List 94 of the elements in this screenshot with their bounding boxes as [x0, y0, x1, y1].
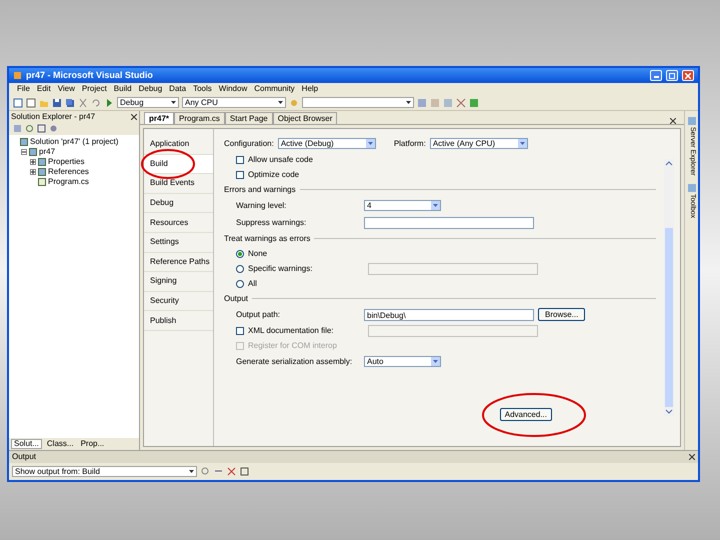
tree-item[interactable]: pr47 — [39, 146, 56, 158]
menu-item[interactable]: Tools — [193, 83, 212, 95]
panel-tab[interactable]: Class... — [44, 439, 76, 449]
tree-item[interactable]: Solution 'pr47' (1 project) — [30, 136, 118, 148]
save-all-icon[interactable] — [65, 98, 75, 108]
close-button[interactable] — [682, 70, 694, 81]
browse-button[interactable]: Browse... — [538, 308, 586, 321]
checkbox[interactable] — [236, 170, 244, 178]
maximize-button[interactable] — [666, 70, 678, 81]
tree-item[interactable]: Program.cs — [48, 176, 89, 188]
document-tab[interactable]: Object Browser — [272, 112, 338, 124]
scroll-up-icon[interactable] — [664, 159, 674, 168]
radio-label: None — [248, 248, 268, 260]
output-source-dropdown[interactable]: Show output from: Build — [12, 466, 197, 477]
menu-item[interactable]: Window — [218, 83, 248, 95]
dropdown-arrow-icon — [406, 101, 411, 104]
dropdown-arrow-icon — [278, 101, 283, 104]
menu-item[interactable]: Edit — [36, 83, 51, 95]
warning-level-dropdown[interactable]: 4 — [364, 200, 441, 211]
dropdown-arrow-icon — [171, 101, 176, 104]
tree-item[interactable]: Properties — [48, 156, 84, 168]
panel-title: Solution Explorer - pr47 — [11, 110, 96, 122]
start-icon[interactable] — [104, 98, 114, 108]
menu-item[interactable]: Build — [114, 83, 132, 95]
platform-dropdown[interactable]: Active (Any CPU) — [430, 138, 528, 149]
menu-item[interactable]: View — [58, 83, 75, 95]
dropdown-arrow-icon — [433, 204, 438, 207]
advanced-button[interactable]: Advanced... — [500, 408, 552, 421]
menu-item[interactable]: Community — [254, 83, 295, 95]
close-icon — [685, 72, 691, 78]
close-icon[interactable] — [689, 454, 695, 460]
checkbox-label: Allow unsafe code — [248, 154, 313, 166]
find-dropdown[interactable] — [302, 97, 414, 108]
expand-icon[interactable] — [30, 169, 36, 175]
dropdown-arrow-icon — [368, 142, 373, 145]
configuration-dropdown[interactable]: Debug — [117, 97, 179, 108]
menu-item[interactable]: File — [17, 83, 30, 95]
radio-label: Specific warnings: — [248, 262, 314, 274]
output-path-field[interactable]: bin\Debug\ — [364, 308, 534, 320]
section-heading: Errors and warnings — [224, 184, 296, 196]
panel-tab[interactable]: Solut... — [11, 439, 42, 449]
checkbox-label: Optimize code — [248, 168, 300, 180]
section-heading: Output — [224, 292, 248, 304]
menu-item[interactable]: Debug — [138, 83, 162, 95]
dropdown-arrow-icon — [520, 142, 525, 145]
document-tab[interactable]: Start Page — [224, 112, 273, 124]
minimize-icon — [654, 76, 658, 78]
tree-item[interactable]: References — [48, 166, 89, 178]
dropdown-arrow-icon — [189, 470, 194, 473]
field-label: Warning level: — [236, 200, 288, 212]
save-icon[interactable] — [52, 98, 62, 108]
minimize-button[interactable] — [650, 70, 662, 81]
project-icon — [29, 148, 37, 156]
checkbox-label: XML documentation file: — [248, 324, 335, 336]
radio-button[interactable] — [236, 250, 244, 258]
close-icon[interactable] — [670, 118, 676, 124]
collapse-icon[interactable] — [21, 149, 27, 155]
clear-all-icon[interactable] — [227, 467, 236, 476]
section-heading: Treat warnings as errors — [224, 232, 310, 244]
document-tab[interactable]: Program.cs — [174, 112, 225, 124]
annotation-ellipse — [140, 148, 196, 180]
field-label: Generate serialization assembly: — [236, 356, 354, 368]
menu-item[interactable]: Help — [302, 83, 318, 95]
suppress-warnings-field[interactable] — [364, 216, 534, 228]
serialization-dropdown[interactable]: Auto — [364, 356, 441, 367]
field-label: Platform: — [394, 138, 426, 150]
scrollbar-thumb[interactable] — [665, 228, 673, 407]
configuration-dropdown[interactable]: Active (Debug) — [278, 138, 376, 149]
close-icon[interactable] — [131, 114, 137, 120]
radio-button[interactable] — [236, 264, 244, 272]
platform-dropdown[interactable]: Any CPU — [182, 97, 286, 108]
document-tab[interactable]: pr47* — [144, 112, 174, 124]
radio-button[interactable] — [236, 280, 244, 288]
app-icon — [13, 71, 22, 80]
panel-title: Output — [12, 451, 38, 463]
field-label: Configuration: — [224, 138, 274, 150]
radio-label: All — [248, 278, 258, 290]
checkbox-label: Register for COM interop — [248, 340, 338, 352]
checkbox[interactable] — [236, 156, 244, 164]
scroll-down-icon[interactable] — [664, 407, 674, 416]
field-label: Output path: — [236, 308, 282, 320]
panel-tab[interactable]: Prop... — [78, 439, 106, 449]
window-title: pr47 - Microsoft Visual Studio — [26, 68, 154, 82]
menu-item[interactable]: Project — [82, 83, 107, 95]
file-icon — [38, 178, 46, 186]
maximize-icon — [669, 72, 675, 78]
field-label: Suppress warnings: — [236, 216, 308, 228]
solution-icon — [20, 138, 28, 146]
scrollbar[interactable] — [664, 159, 674, 416]
refresh-icon[interactable] — [25, 124, 34, 133]
expand-icon[interactable] — [30, 159, 36, 165]
dropdown-arrow-icon — [433, 360, 438, 363]
checkbox[interactable] — [236, 326, 244, 334]
menu-item[interactable]: Data — [169, 83, 186, 95]
